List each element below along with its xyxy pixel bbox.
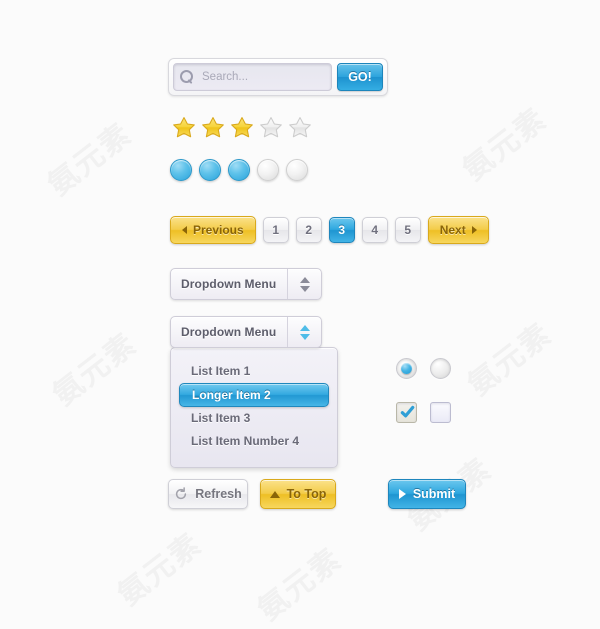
checkbox-group: [396, 402, 451, 423]
dropdown-list-panel: List Item 1 Longer Item 2 List Item 3 Li…: [170, 347, 338, 468]
dot-indicator-active[interactable]: [228, 159, 250, 181]
refresh-icon: [176, 487, 187, 500]
star-icon-filled[interactable]: [230, 116, 254, 140]
refresh-button[interactable]: Refresh: [168, 479, 248, 509]
dot-indicator-group: [170, 159, 308, 181]
pagination: Previous 1 2 3 4 5 Next: [170, 216, 489, 244]
submit-button[interactable]: Submit: [388, 479, 466, 509]
check-icon: [400, 405, 415, 418]
star-icon-filled[interactable]: [201, 116, 225, 140]
list-item[interactable]: List Item 1: [179, 360, 329, 383]
list-item[interactable]: List Item Number 4: [179, 430, 329, 453]
pagination-previous-label: Previous: [193, 223, 244, 237]
star-icon-empty[interactable]: [259, 116, 283, 140]
dot-indicator-inactive[interactable]: [257, 159, 279, 181]
radio-group: [396, 358, 451, 379]
dropdown-open: Dropdown Menu List Item 1 Longer Item 2 …: [170, 316, 338, 468]
radio-button-unselected[interactable]: [430, 358, 451, 379]
refresh-button-label: Refresh: [195, 487, 242, 501]
triangle-left-icon: [182, 226, 187, 234]
search-icon: [180, 70, 194, 84]
pagination-next-button[interactable]: Next: [427, 216, 489, 244]
to-top-button[interactable]: To Top: [260, 479, 336, 509]
checkbox-unchecked[interactable]: [430, 402, 451, 423]
pagination-page-5[interactable]: 5: [394, 217, 421, 243]
dropdown-closed-label: Dropdown Menu: [181, 277, 277, 291]
checkbox-checked[interactable]: [396, 402, 417, 423]
search-input[interactable]: [200, 70, 325, 84]
pagination-page-1[interactable]: 1: [262, 217, 289, 243]
dropdown-open-header[interactable]: Dropdown Menu: [170, 316, 322, 348]
chevron-updown-icon[interactable]: [287, 317, 321, 347]
pagination-page-2[interactable]: 2: [295, 217, 322, 243]
dropdown-closed[interactable]: Dropdown Menu: [170, 268, 322, 300]
list-item[interactable]: List Item 3: [179, 407, 329, 430]
pagination-previous-button[interactable]: Previous: [170, 216, 256, 244]
pagination-page-4[interactable]: 4: [361, 217, 388, 243]
ui-kit-canvas: GO!: [0, 0, 600, 600]
search-field[interactable]: [173, 63, 332, 91]
search-box: GO!: [168, 58, 388, 96]
dot-indicator-active[interactable]: [170, 159, 192, 181]
to-top-button-label: To Top: [286, 487, 327, 501]
search-go-button[interactable]: GO!: [337, 63, 383, 91]
pagination-next-label: Next: [439, 223, 466, 237]
star-icon-empty[interactable]: [288, 116, 312, 140]
star-icon-filled[interactable]: [172, 116, 196, 140]
dot-indicator-inactive[interactable]: [286, 159, 308, 181]
star-rating: [172, 116, 312, 140]
dot-indicator-active[interactable]: [199, 159, 221, 181]
chevron-updown-icon[interactable]: [287, 269, 321, 299]
list-item-selected[interactable]: Longer Item 2: [179, 383, 329, 407]
pagination-page-3-current[interactable]: 3: [328, 217, 355, 243]
triangle-up-icon: [269, 490, 280, 498]
submit-button-label: Submit: [412, 487, 456, 501]
triangle-right-icon: [398, 489, 406, 499]
radio-button-selected[interactable]: [396, 358, 417, 379]
triangle-right-icon: [471, 226, 477, 234]
dropdown-open-label: Dropdown Menu: [181, 325, 277, 339]
